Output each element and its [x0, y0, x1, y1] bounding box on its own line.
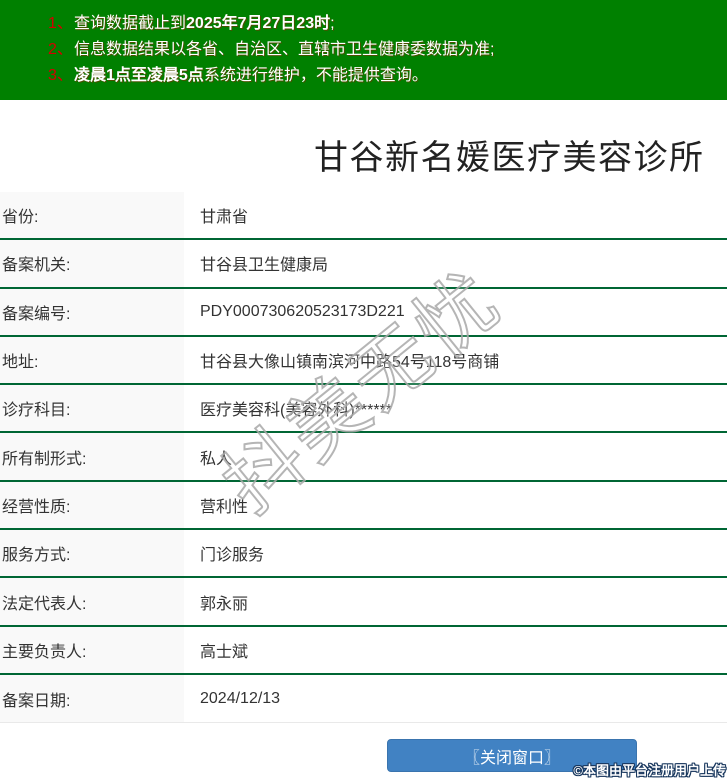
- notice-number-3: 3、: [48, 67, 73, 84]
- row-value: 甘肃省: [184, 192, 727, 239]
- table-row: 诊疗科目: 医疗美容科(美容外科)******: [0, 385, 727, 434]
- row-value: 营利性: [184, 481, 727, 529]
- row-label: 备案编号:: [0, 288, 184, 335]
- table-row: 备案机关: 甘谷县卫生健康局: [0, 240, 727, 289]
- row-value: 甘谷县卫生健康局: [184, 240, 727, 287]
- row-label: 服务方式:: [0, 530, 184, 577]
- table-row: 经营性质: 营利性: [0, 481, 727, 531]
- row-value: 甘谷县大像山镇南滨河中路54号118号商铺: [184, 336, 727, 384]
- notice-text: 系统进行维护，不能提供查询。: [203, 67, 428, 84]
- row-label: 法定代表人:: [0, 578, 184, 625]
- table-row: 服务方式: 门诊服务: [0, 530, 727, 579]
- upload-stamp: ©本图由平台注册用户上传: [573, 763, 726, 778]
- notice-text: 查询数据截止到: [74, 15, 187, 32]
- table-row: 备案编号: PDY000730620523173D221: [0, 288, 727, 337]
- notice-line-2: 2、信息数据结果以各省、自治区、直辖市卫生健康委数据为准;: [0, 37, 727, 63]
- notice-text-bold: 2025年7月27日23时: [186, 15, 331, 32]
- row-value: 2024/12/13: [184, 674, 727, 723]
- table-row: 法定代表人: 郭永丽: [0, 578, 727, 627]
- table-row: 地址: 甘谷县大像山镇南滨河中路54号118号商铺: [0, 336, 727, 386]
- notice-line-3: 3、凌晨1点至凌晨5点系统进行维护，不能提供查询。: [0, 63, 727, 89]
- page-title: 甘谷新名媛医疗美容诊所: [314, 139, 705, 177]
- row-label: 主要负责人:: [0, 626, 184, 673]
- notice-text: 信息数据结果以各省、自治区、直辖市卫生健康委数据为准;: [74, 41, 495, 58]
- notice-banner: 1、查询数据截止到2025年7月27日23时; 2、信息数据结果以各省、自治区、…: [0, 0, 727, 100]
- row-label: 经营性质:: [0, 481, 184, 529]
- row-value: 门诊服务: [184, 530, 727, 577]
- notice-text-bold: 凌晨1点至凌晨5点: [74, 67, 204, 84]
- notice-text: ;: [330, 15, 335, 32]
- row-value: 私人: [184, 433, 727, 480]
- table-row: 所有制形式: 私人: [0, 433, 727, 482]
- row-value: 高士斌: [184, 626, 727, 673]
- table-row: 备案日期: 2024/12/13: [0, 674, 727, 724]
- notice-number-1: 1、: [48, 15, 73, 32]
- row-label: 备案日期:: [0, 674, 184, 723]
- row-value: 医疗美容科(美容外科)******: [184, 385, 727, 432]
- row-value: 郭永丽: [184, 578, 727, 625]
- row-label: 省份:: [0, 192, 184, 239]
- row-label: 地址:: [0, 336, 184, 384]
- row-label: 诊疗科目:: [0, 385, 184, 432]
- row-value: PDY000730620523173D221: [184, 288, 727, 335]
- notice-number-2: 2、: [48, 41, 73, 58]
- row-label: 所有制形式:: [0, 433, 184, 480]
- table-row: 省份: 甘肃省: [0, 192, 727, 241]
- notice-line-1: 1、查询数据截止到2025年7月27日23时;: [0, 11, 727, 37]
- row-label: 备案机关:: [0, 240, 184, 287]
- registration-info-table: 省份: 甘肃省 备案机关: 甘谷县卫生健康局 备案编号: PDY00073062…: [0, 192, 727, 724]
- table-row: 主要负责人: 高士斌: [0, 626, 727, 675]
